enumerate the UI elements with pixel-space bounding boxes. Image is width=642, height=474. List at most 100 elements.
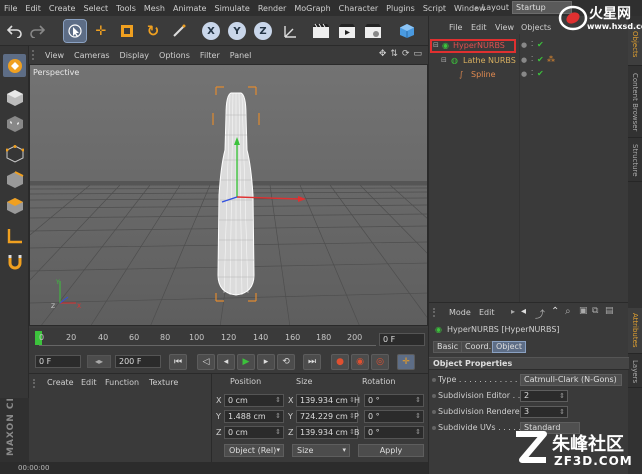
material-menu-create[interactable]: Create xyxy=(47,378,74,387)
previous-frame-icon[interactable]: ◂ xyxy=(217,354,235,370)
render-picture-viewer-icon[interactable] xyxy=(336,20,358,42)
animation-dot[interactable] xyxy=(432,378,436,382)
current-frame-display[interactable]: 0 F xyxy=(379,333,425,346)
frame-stepper-icon[interactable]: ◂▸ xyxy=(87,355,111,368)
rotate-icon[interactable]: ↻ xyxy=(142,20,164,42)
play-icon[interactable]: ▶ xyxy=(237,354,255,370)
loop-icon[interactable]: ⟲ xyxy=(277,354,295,370)
scale-icon[interactable] xyxy=(116,20,138,42)
menu-mesh[interactable]: Mesh xyxy=(140,4,169,13)
visibility-dots-icon[interactable]: ⁚ xyxy=(531,55,533,63)
menu-file[interactable]: File xyxy=(0,4,21,13)
spinner-icon[interactable]: ⇕ xyxy=(415,395,421,406)
layer-dot-icon[interactable]: ● xyxy=(521,41,527,49)
viewport-menu-filter[interactable]: Filter xyxy=(195,51,225,60)
position-x-field[interactable]: 0 cm ⇕ xyxy=(224,394,284,407)
go-to-end-icon[interactable]: ⏭ xyxy=(303,354,321,370)
menu-render[interactable]: Render xyxy=(254,4,290,13)
spinner-icon[interactable]: ⇕ xyxy=(275,395,281,406)
new-window-icon[interactable]: ⧉ xyxy=(592,306,598,316)
coordinate-system-icon[interactable] xyxy=(280,20,302,42)
enabled-check-icon[interactable]: ✔ xyxy=(537,55,544,64)
size-y-field[interactable]: 724.229 cm ⇕ xyxy=(296,410,358,423)
menu-tools[interactable]: Tools xyxy=(112,4,140,13)
current-frame-field[interactable]: 0 F xyxy=(35,355,81,368)
visibility-dots-icon[interactable]: ⁚ xyxy=(531,40,533,48)
back-arrow-icon[interactable]: ◂ xyxy=(521,306,526,317)
timeline-ruler[interactable]: 0 20 40 60 80 100 120 140 160 180 200 0 … xyxy=(29,328,428,350)
material-menu-function[interactable]: Function xyxy=(105,378,139,387)
menu-script[interactable]: Script xyxy=(419,4,450,13)
viewport-menu-view[interactable]: View xyxy=(40,51,69,60)
use-edges-mode-icon[interactable] xyxy=(3,168,26,191)
om-menu-view[interactable]: View xyxy=(495,23,514,32)
move-view-icon[interactable]: ✥ xyxy=(379,49,387,59)
y-axis-lock[interactable]: Y xyxy=(226,20,248,42)
use-texture-mode-icon[interactable] xyxy=(3,112,26,135)
subdivision-renderer-field[interactable]: 3 ⇕ xyxy=(520,406,568,418)
render-view-icon[interactable] xyxy=(310,20,332,42)
up-arrow-icon[interactable]: ⤴ xyxy=(535,306,545,321)
axis-mode-icon[interactable] xyxy=(3,224,26,247)
animation-dot[interactable] xyxy=(432,426,436,430)
object-row-lathe-nurbs[interactable]: ⊟ ◍ Lathe NURBS ● ⁚ ✔ ⁂ xyxy=(429,55,629,67)
tab-basic[interactable]: Basic xyxy=(433,341,463,353)
use-points-mode-icon[interactable] xyxy=(3,142,26,165)
object-name[interactable]: HyperNURBS xyxy=(453,41,505,50)
menu-edit[interactable]: Edit xyxy=(21,4,45,13)
menu-animate[interactable]: Animate xyxy=(169,4,211,13)
collapse-icon[interactable]: ⊟ xyxy=(433,41,439,49)
undo-icon[interactable] xyxy=(4,20,26,42)
maximize-view-icon[interactable]: ▭ xyxy=(413,49,422,59)
om-menu-file[interactable]: File xyxy=(449,23,462,32)
menu-simulate[interactable]: Simulate xyxy=(210,4,253,13)
viewport-menu-panel[interactable]: Panel xyxy=(225,51,257,60)
spinner-icon[interactable]: ⇕ xyxy=(415,411,421,422)
object-name[interactable]: Lathe NURBS xyxy=(463,56,516,65)
spinner-icon[interactable]: ⇕ xyxy=(559,391,565,401)
apply-button[interactable]: Apply xyxy=(358,444,424,457)
next-frame-icon[interactable]: ▸ xyxy=(257,354,275,370)
cube-icon[interactable] xyxy=(396,20,418,42)
layer-dot-icon[interactable]: ● xyxy=(521,70,527,78)
spinner-icon[interactable]: ⇕ xyxy=(415,427,421,438)
x-axis-lock[interactable]: X xyxy=(200,20,222,42)
collapse-icon[interactable]: ⊟ xyxy=(441,56,447,64)
key-position-icon[interactable]: ✛ xyxy=(397,354,415,370)
subdivision-editor-field[interactable]: 2 ⇕ xyxy=(520,390,568,402)
tab-attributes[interactable]: Attributes xyxy=(628,308,642,354)
search-icon[interactable]: ⌕ xyxy=(565,306,571,317)
tab-coord[interactable]: Coord. xyxy=(461,341,496,353)
perspective-viewport[interactable]: Y Z X Perspective xyxy=(29,64,428,326)
coordinate-mode-select[interactable]: Object (Rel) ▾ xyxy=(224,444,284,457)
spinner-icon[interactable]: ⇕ xyxy=(559,407,565,417)
rotate-view-icon[interactable]: ⟳ xyxy=(402,49,410,59)
type-select[interactable]: Catmull-Clark (N-Gons) xyxy=(520,374,622,386)
position-y-field[interactable]: 1.488 cm ⇕ xyxy=(224,410,284,423)
object-row-hypernurbs[interactable]: ⊟ ◉ HyperNURBS ● ⁚ ✔ xyxy=(429,39,629,53)
om-menu-edit[interactable]: Edit xyxy=(471,23,487,32)
tab-layers[interactable]: Layers xyxy=(628,356,642,388)
live-selection-icon[interactable] xyxy=(63,19,87,43)
menu-mograph[interactable]: MoGraph xyxy=(290,4,334,13)
attr-menu-edit[interactable]: Edit xyxy=(479,308,495,317)
zoom-view-icon[interactable]: ⇅ xyxy=(390,49,398,59)
spinner-icon[interactable]: ⇕ xyxy=(275,427,281,438)
render-settings-icon[interactable] xyxy=(362,20,384,42)
material-menu-texture[interactable]: Texture xyxy=(149,378,178,387)
previous-key-icon[interactable]: ◁ xyxy=(197,354,215,370)
size-z-field[interactable]: 139.934 cm ⇕ xyxy=(296,426,358,439)
pick-icon[interactable]: ⌃ xyxy=(551,306,559,317)
attr-menu-mode[interactable]: Mode xyxy=(449,308,471,317)
menu-character[interactable]: Character xyxy=(335,4,383,13)
position-z-field[interactable]: 0 cm ⇕ xyxy=(224,426,284,439)
om-menu-objects[interactable]: Objects xyxy=(521,23,551,32)
object-name[interactable]: Spline xyxy=(471,70,496,79)
size-mode-select[interactable]: Size ▾ xyxy=(292,444,350,457)
use-object-mode-icon[interactable] xyxy=(3,86,26,109)
menu-create[interactable]: Create xyxy=(45,4,80,13)
use-polygons-mode-icon[interactable] xyxy=(3,194,26,217)
visibility-dots-icon[interactable]: ⁚ xyxy=(531,69,533,77)
material-menu-edit[interactable]: Edit xyxy=(81,378,97,387)
viewport-menu-options[interactable]: Options xyxy=(154,51,195,60)
